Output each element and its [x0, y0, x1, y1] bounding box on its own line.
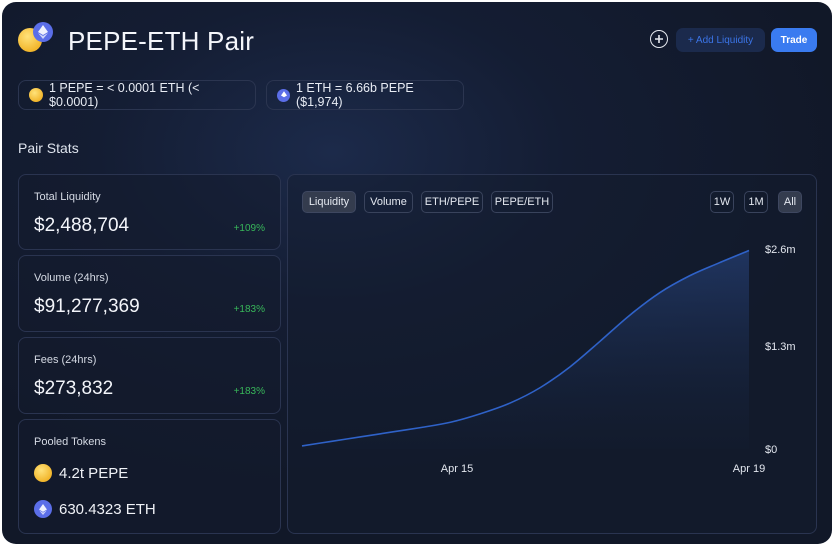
stat-label: Fees (24hrs) — [34, 354, 97, 366]
stat-change: +183% — [233, 386, 265, 397]
x-tick-label: Apr 15 — [441, 463, 473, 475]
y-tick-label: $1.3m — [765, 341, 796, 353]
stat-label: Volume (24hrs) — [34, 272, 109, 284]
pepe-token-icon — [29, 88, 43, 102]
pepe-price-chip: 1 PEPE = < 0.0001 ETH (< $0.0001) — [18, 80, 256, 110]
pair-logo — [18, 22, 54, 52]
trade-button[interactable]: Trade — [771, 28, 817, 52]
eth-token-icon — [34, 500, 52, 518]
pooled-eth-amount: 630.4323 ETH — [59, 500, 156, 518]
stat-label: Pooled Tokens — [34, 436, 106, 448]
liquidity-chart: $2.6m $1.3m $0 Apr 15 Apr 19 — [301, 244, 796, 475]
stat-change: +109% — [233, 223, 265, 234]
total-liquidity-card: Total Liquidity $2,488,704 +109% — [18, 174, 281, 250]
pooled-pepe-row: 4.2t PEPE — [34, 464, 128, 482]
y-tick-label: $2.6m — [765, 244, 796, 256]
stat-change: +183% — [233, 304, 265, 315]
x-tick-label: Apr 19 — [733, 463, 765, 475]
page-title: PEPE-ETH Pair — [68, 26, 255, 56]
pepe-price-text: 1 PEPE = < 0.0001 ETH (< $0.0001) — [49, 81, 200, 109]
volume-card: Volume (24hrs) $91,277,369 +183% — [18, 255, 281, 332]
pair-page: PEPE-ETH Pair + Add Liquidity Trade 1 PE… — [2, 2, 832, 544]
eth-token-icon — [33, 22, 53, 42]
pooled-tokens-card: Pooled Tokens 4.2t PEPE 630.4323 ETH — [18, 419, 281, 534]
eth-token-icon — [277, 88, 290, 102]
stat-label: Total Liquidity — [34, 191, 101, 203]
pair-stats-heading: Pair Stats — [18, 140, 79, 156]
stat-value: $273,832 — [34, 378, 114, 399]
fees-card: Fees (24hrs) $273,832 +183% — [18, 337, 281, 414]
stat-value: $2,488,704 — [34, 215, 130, 236]
chart-panel: Liquidity Volume ETH/PEPE PEPE/ETH 1W 1M… — [287, 174, 817, 534]
pepe-token-icon — [34, 464, 52, 482]
plus-circle-icon[interactable] — [650, 30, 668, 48]
eth-price-text: 1 ETH = 6.66b PEPE ($1,974) — [296, 81, 414, 109]
y-tick-label: $0 — [765, 444, 777, 456]
stat-value: $91,277,369 — [34, 296, 140, 317]
pooled-eth-row: 630.4323 ETH — [34, 500, 156, 518]
pooled-pepe-amount: 4.2t PEPE — [59, 464, 129, 482]
add-liquidity-button[interactable]: + Add Liquidity — [676, 28, 765, 52]
eth-price-chip: 1 ETH = 6.66b PEPE ($1,974) — [266, 80, 464, 110]
